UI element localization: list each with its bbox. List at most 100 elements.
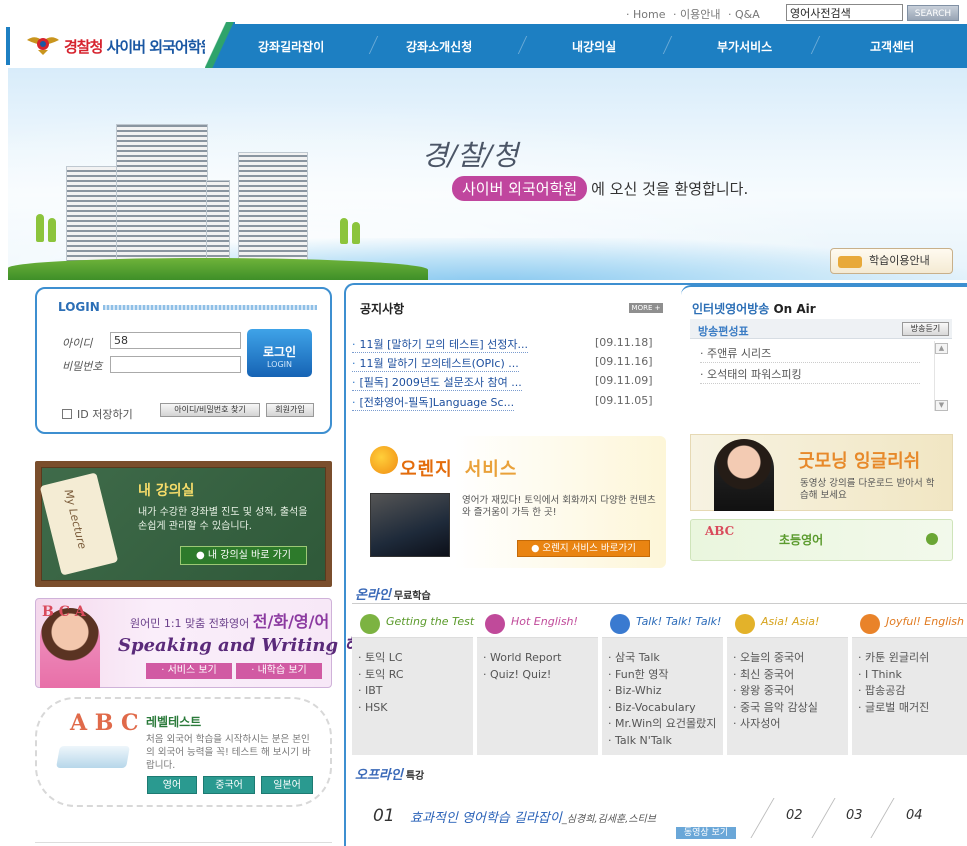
schedule-item[interactable]: · 오석태의 파워스피킹 <box>700 366 920 384</box>
id-label: 아이디 <box>62 337 93 350</box>
phone-english-slogan: Speaking and Writing 해결 <box>118 635 378 656</box>
search-button[interactable]: SEARCH <box>907 5 959 21</box>
save-id-checkbox[interactable]: ID 저장하기 <box>62 406 133 422</box>
special-sub: 특강 <box>405 771 425 782</box>
list-item[interactable]: 오늘의 중국어 <box>733 650 818 667</box>
qa-link[interactable]: · Q&A <box>728 8 760 21</box>
nav-course-guide[interactable]: 강좌길라잡이 <box>258 38 324 55</box>
id-input[interactable] <box>110 332 241 349</box>
phone-abc-text: B C A <box>42 604 86 620</box>
phone-service-button[interactable]: · 서비스 보기 <box>146 663 232 679</box>
guitar-player-photo <box>370 493 450 557</box>
list-item[interactable]: World Report <box>483 650 561 667</box>
phone-my-study-button[interactable]: · 내학습 보기 <box>236 663 322 679</box>
banner-welcome-text: 에 오신 것을 환영합니다. <box>591 180 749 198</box>
column-title[interactable]: Getting the Test <box>386 615 474 628</box>
notice-link[interactable]: [전화영어-필독]Language Sc... <box>352 394 515 411</box>
tree-image <box>48 218 56 242</box>
my-lecture-go-button[interactable]: ● 내 강의실 바로 가기 <box>180 546 307 565</box>
building-image <box>206 180 230 266</box>
divider <box>352 603 967 604</box>
special-page-4[interactable]: 04 <box>906 808 923 823</box>
list-item[interactable]: Quiz! Quiz! <box>483 667 561 684</box>
phone-english-caption: 원어민 1:1 맞춤 전화영어 <box>130 617 253 630</box>
column-list: 토익 LC 토익 RC IBT HSK <box>358 650 404 716</box>
dictionary-search-input[interactable] <box>786 4 903 21</box>
scroll-up-icon[interactable]: ▲ <box>935 343 948 354</box>
column-list: 삼국 Talk Fun한 영작 Biz-Whiz Biz-Vocabulary … <box>608 650 716 749</box>
top-links: · Home · 이용안내 · Q&A <box>624 6 762 22</box>
banner-pill: 사이버 외국어학원 <box>452 176 588 201</box>
listen-broadcast-button[interactable]: 방송듣기 <box>902 322 949 336</box>
orange-title-service: 서비스 <box>464 459 518 480</box>
list-item[interactable]: Fun한 영작 <box>608 667 716 684</box>
watch-video-button[interactable]: 동영상 보기 <box>676 827 736 839</box>
nav-course-apply[interactable]: 강좌소개신청 <box>406 38 472 55</box>
scroll-down-icon[interactable]: ▼ <box>935 400 948 411</box>
list-item[interactable]: 카툰 윈글리쉬 <box>858 650 929 667</box>
find-id-password-button[interactable]: 아이디/비밀번호 찾기 <box>160 403 260 417</box>
level-japanese-button[interactable]: 일본어 <box>261 776 313 794</box>
level-chinese-button[interactable]: 중국어 <box>203 776 255 794</box>
list-item[interactable]: HSK <box>358 700 404 717</box>
nav-my-classroom[interactable]: 내강의실 <box>572 38 616 55</box>
joyful-icon <box>860 614 880 634</box>
notice-link[interactable]: [필독] 2009년도 설문조사 참여 ... <box>352 374 522 391</box>
list-item[interactable]: 왕왕 중국어 <box>733 683 818 700</box>
free-learning-sub: 무료학습 <box>393 591 431 602</box>
special-page-2[interactable]: 02 <box>786 808 803 823</box>
list-item[interactable]: I Think <box>858 667 929 684</box>
notice-link[interactable]: 11월 말하기 모의테스트(OPIc) ... <box>352 355 519 372</box>
orange-title-word: 오렌지 <box>400 459 453 480</box>
list-item[interactable]: 글로벌 매거진 <box>858 700 929 717</box>
column-title[interactable]: Hot English! <box>511 615 578 628</box>
list-item[interactable]: 토익 RC <box>358 667 404 684</box>
student-photo <box>40 608 100 688</box>
asia-icon <box>735 614 755 634</box>
free-column-hot-english: Hot English! World Report Quiz! Quiz! <box>477 610 598 755</box>
column-list: 카툰 윈글리쉬 I Think 팝송공감 글로벌 매거진 <box>858 650 929 716</box>
column-list: World Report Quiz! Quiz! <box>483 650 561 683</box>
site-logo-text[interactable]: 경찰청 사이버 외국어학원 <box>64 36 214 57</box>
guide-link[interactable]: · 이용안내 <box>673 8 720 21</box>
special-page-3[interactable]: 03 <box>846 808 863 823</box>
column-title[interactable]: Talk! Talk! Talk! <box>636 615 721 628</box>
list-item[interactable]: 최신 중국어 <box>733 667 818 684</box>
list-item[interactable]: Biz-Vocabulary <box>608 700 716 717</box>
password-input[interactable] <box>110 356 241 373</box>
list-item[interactable]: Talk N'Talk <box>608 733 716 750</box>
special-lecture-title[interactable]: 효과적인 영어학습 길라잡이_심경희,김세훈,스티브 <box>410 807 656 826</box>
list-item[interactable]: 삼국 Talk <box>608 650 716 667</box>
checkbox-icon[interactable] <box>62 409 72 419</box>
list-item[interactable]: 사자성어 <box>733 716 818 733</box>
login-button-sublabel: LOGIN <box>266 360 292 369</box>
list-item[interactable]: Biz-Whiz <box>608 683 716 700</box>
building-image <box>66 166 118 266</box>
nav-customer-center[interactable]: 고객센터 <box>870 38 914 55</box>
divider <box>35 842 332 846</box>
banner-title: 경/찰/청 <box>422 139 519 172</box>
orange-service-title: 오렌지 서비스 <box>400 455 517 481</box>
good-morning-title: 굿모닝 잉글리쉬 <box>798 451 921 472</box>
schedule-item[interactable]: · 주앤류 시리즈 <box>700 345 920 363</box>
logo-part1: 경찰청 <box>64 38 103 56</box>
go-arrow-icon[interactable] <box>926 533 938 545</box>
notice-link[interactable]: 11월 [말하기 모의 테스트] 선정자... <box>352 336 528 353</box>
list-item[interactable]: 중국 음악 감상실 <box>733 700 818 717</box>
schedule-title: 방송편성표 <box>698 325 749 338</box>
list-item[interactable]: Mr.Win의 요건몰랐지 <box>608 716 716 733</box>
column-title[interactable]: Asia! Asia! <box>761 615 819 628</box>
notice-more-button[interactable]: MORE + <box>629 303 663 313</box>
join-button[interactable]: 회원가입 <box>266 403 314 417</box>
orange-service-go-button[interactable]: ● 오렌지 서비스 바로가기 <box>517 540 650 557</box>
home-link[interactable]: · Home <box>626 8 665 21</box>
login-button[interactable]: 로그인 LOGIN <box>247 329 312 377</box>
column-title[interactable]: Joyful! English <box>886 615 964 628</box>
nav-extra-services[interactable]: 부가서비스 <box>717 38 772 55</box>
free-column-talk: Talk! Talk! Talk! 삼국 Talk Fun한 영작 Biz-Wh… <box>602 610 723 755</box>
police-emblem-icon[interactable] <box>26 32 60 56</box>
level-english-button[interactable]: 영어 <box>147 776 197 794</box>
list-item[interactable]: 토익 LC <box>358 650 404 667</box>
list-item[interactable]: IBT <box>358 683 404 700</box>
list-item[interactable]: 팝송공감 <box>858 683 929 700</box>
